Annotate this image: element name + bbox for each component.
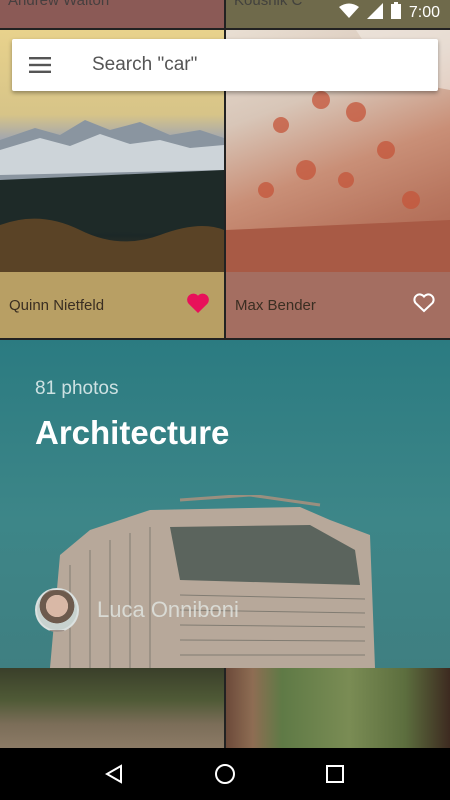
photo-author-name: Quinn Nietfeld [9,296,105,314]
collection-author[interactable]: Luca Onniboni [35,588,239,632]
recent-apps-icon[interactable] [315,754,355,794]
photo-card-footer: Max Bender [226,272,450,338]
photo-author-name: Max Bender [235,296,316,314]
search-input[interactable] [90,53,390,77]
photo-count: 81 photos [35,378,119,399]
collection-card[interactable]: 81 photos Architecture Luca Onniboni [0,340,450,668]
building-image [50,495,375,668]
heart-outline-icon[interactable] [412,292,436,319]
collection-title: Architecture [35,414,230,451]
navigation-bar [0,748,450,800]
author-name: Luca Onniboni [97,597,239,622]
status-time: 7:00 [408,4,440,21]
menu-icon[interactable] [12,39,68,91]
home-icon[interactable] [205,754,245,794]
signal-icon [366,2,383,24]
photo-image[interactable] [0,668,224,748]
photo-image[interactable] [226,668,450,748]
status-bar: 7:00 [0,0,450,26]
wifi-icon [338,3,359,24]
back-icon[interactable] [95,754,135,794]
heart-icon-filled[interactable] [186,292,210,319]
search-bar [12,39,438,91]
avatar[interactable] [35,588,79,632]
battery-icon [390,2,401,24]
photo-card-footer: Quinn Nietfeld [0,272,224,338]
